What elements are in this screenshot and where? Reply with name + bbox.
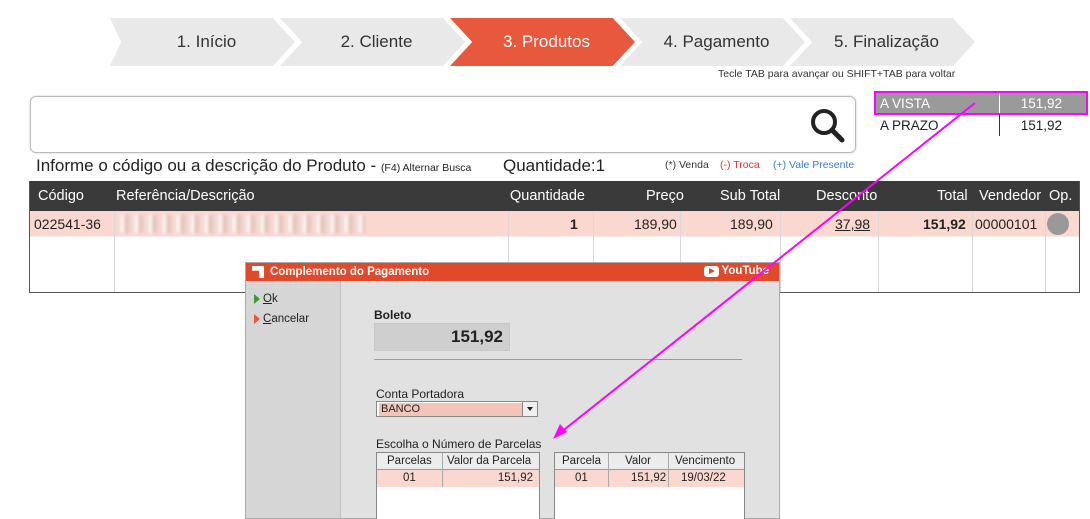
- col-total: Total: [937, 188, 968, 204]
- dialog-sidebar: Ok Cancelar: [246, 281, 341, 518]
- ok-arrow-icon: [254, 294, 260, 304]
- col-valor-parcela: Valor da Parcela: [447, 455, 532, 467]
- col-code: Código: [38, 188, 84, 204]
- product-search-input[interactable]: [30, 96, 856, 153]
- boleto-amount: 151,92: [374, 323, 510, 351]
- col-description: Referência/Descrição: [116, 188, 255, 204]
- col-seller: Vendedor: [979, 188, 1042, 204]
- cancel-arrow-icon: [254, 314, 260, 324]
- legend-swap: (-) Troca: [720, 159, 760, 171]
- payment-option-a-prazo[interactable]: A PRAZO 151,92: [875, 114, 1087, 136]
- quantity-value: 1: [595, 156, 606, 175]
- wizard-steps: 1. Início 2. Cliente 3. Produtos 4. Paga…: [110, 18, 980, 66]
- cell-code: 022541-36: [34, 216, 101, 232]
- col-vencimento: Vencimento: [675, 455, 736, 467]
- cell-vencimento: 19/03/22: [681, 472, 726, 484]
- installment-count-table: Parcelas Valor da Parcela 01 151,92: [376, 452, 540, 519]
- col-quantity: Quantidade: [510, 188, 585, 204]
- table-row[interactable]: 022541-36 1 189,90 189,90 37,98 151,92 0…: [30, 211, 1079, 237]
- col-valor: Valor: [625, 455, 651, 467]
- cell-parcela: 01: [575, 472, 588, 484]
- table-row[interactable]: 01 151,92 19/03/22: [555, 470, 744, 487]
- search-icon[interactable]: [809, 107, 845, 143]
- installments-label: Escolha o Número de Parcelas: [376, 437, 542, 451]
- youtube-link[interactable]: YouTube: [703, 265, 769, 277]
- cell-subtotal: 189,90: [730, 216, 773, 232]
- payment-option-label: A VISTA: [880, 95, 931, 111]
- youtube-icon: [703, 265, 719, 277]
- ok-accelerator: O: [263, 293, 272, 305]
- payment-option-value: 151,92: [999, 92, 1087, 114]
- step-cliente[interactable]: 2. Cliente: [280, 18, 465, 66]
- payment-option-a-vista[interactable]: A VISTA 151,92: [874, 91, 1088, 115]
- step-finalizacao[interactable]: 5. Finalização: [790, 18, 975, 66]
- step-pagamento[interactable]: 4. Pagamento: [620, 18, 805, 66]
- account-select[interactable]: BANCO: [376, 401, 538, 417]
- cell-valor-parcela: 151,92: [497, 472, 533, 484]
- chevron-down-icon[interactable]: [522, 402, 537, 416]
- step-produtos[interactable]: 3. Produtos: [450, 18, 635, 66]
- step-inicio[interactable]: 1. Início: [110, 18, 295, 66]
- table-header: Parcelas Valor da Parcela: [377, 453, 539, 470]
- cell-valor: 151,92: [631, 472, 667, 484]
- payment-complement-dialog: Complemento do Pagamento YouTube Ok Canc…: [245, 262, 780, 519]
- table-header: Código Referência/Descrição Quantidade P…: [30, 181, 1079, 211]
- quantity-label: Quantidade:: [503, 156, 596, 175]
- col-parcelas: Parcelas: [387, 455, 432, 467]
- cell-price: 189,90: [634, 216, 677, 232]
- quantity-indicator: Quantidade:1: [503, 156, 605, 176]
- ok-button[interactable]: Ok: [246, 289, 340, 309]
- legend-sale: (*) Venda: [665, 159, 709, 171]
- redacted-description: [115, 215, 365, 233]
- table-header: Parcela Valor Vencimento: [555, 453, 744, 470]
- cancel-label: ancelar: [271, 313, 310, 325]
- instructions-text: Informe o código ou a descrição do Produ…: [36, 156, 377, 175]
- col-price: Preço: [646, 188, 684, 204]
- dialog-title: Complemento do Pagamento: [270, 266, 430, 278]
- toggle-search-shortcut[interactable]: (F4) Alternar Busca: [381, 162, 471, 174]
- cell-discount[interactable]: 37,98: [835, 216, 870, 232]
- col-subtotal: Sub Total: [720, 188, 781, 204]
- col-parcela: Parcela: [562, 455, 601, 467]
- payment-option-label: A PRAZO: [880, 117, 939, 133]
- youtube-label: YouTube: [721, 265, 769, 277]
- legend-gift-voucher: (+) Vale Presente: [773, 159, 855, 171]
- ok-label: k: [271, 293, 278, 305]
- navigation-hint: Tecle TAB para avançar ou SHIFT+TAB para…: [718, 68, 956, 80]
- payment-summary: A VISTA 151,92 A PRAZO 151,92: [874, 91, 1088, 136]
- boleto-label: Boleto: [374, 308, 412, 322]
- row-operation-button[interactable]: [1047, 213, 1069, 235]
- cancel-button[interactable]: Cancelar: [246, 309, 340, 329]
- col-op: Op.: [1049, 188, 1073, 204]
- divider: [374, 359, 742, 360]
- account-selected-value: BANCO: [379, 403, 522, 416]
- installment-schedule-table: Parcela Valor Vencimento 01 151,92 19/03…: [554, 452, 745, 519]
- payment-option-value: 151,92: [999, 114, 1087, 136]
- col-discount: Desconto: [816, 188, 878, 204]
- cell-parcelas: 01: [403, 472, 416, 484]
- cell-quantity: 1: [570, 216, 578, 232]
- dialog-title-bar: Complemento do Pagamento YouTube: [246, 263, 779, 281]
- account-label: Conta Portadora: [376, 387, 465, 401]
- search-instructions: Informe o código ou a descrição do Produ…: [36, 156, 471, 176]
- cell-seller: 00000101: [975, 216, 1038, 232]
- app-logo-icon: [252, 266, 264, 278]
- cell-total: 151,92: [923, 216, 966, 232]
- table-row[interactable]: 01 151,92: [377, 470, 539, 487]
